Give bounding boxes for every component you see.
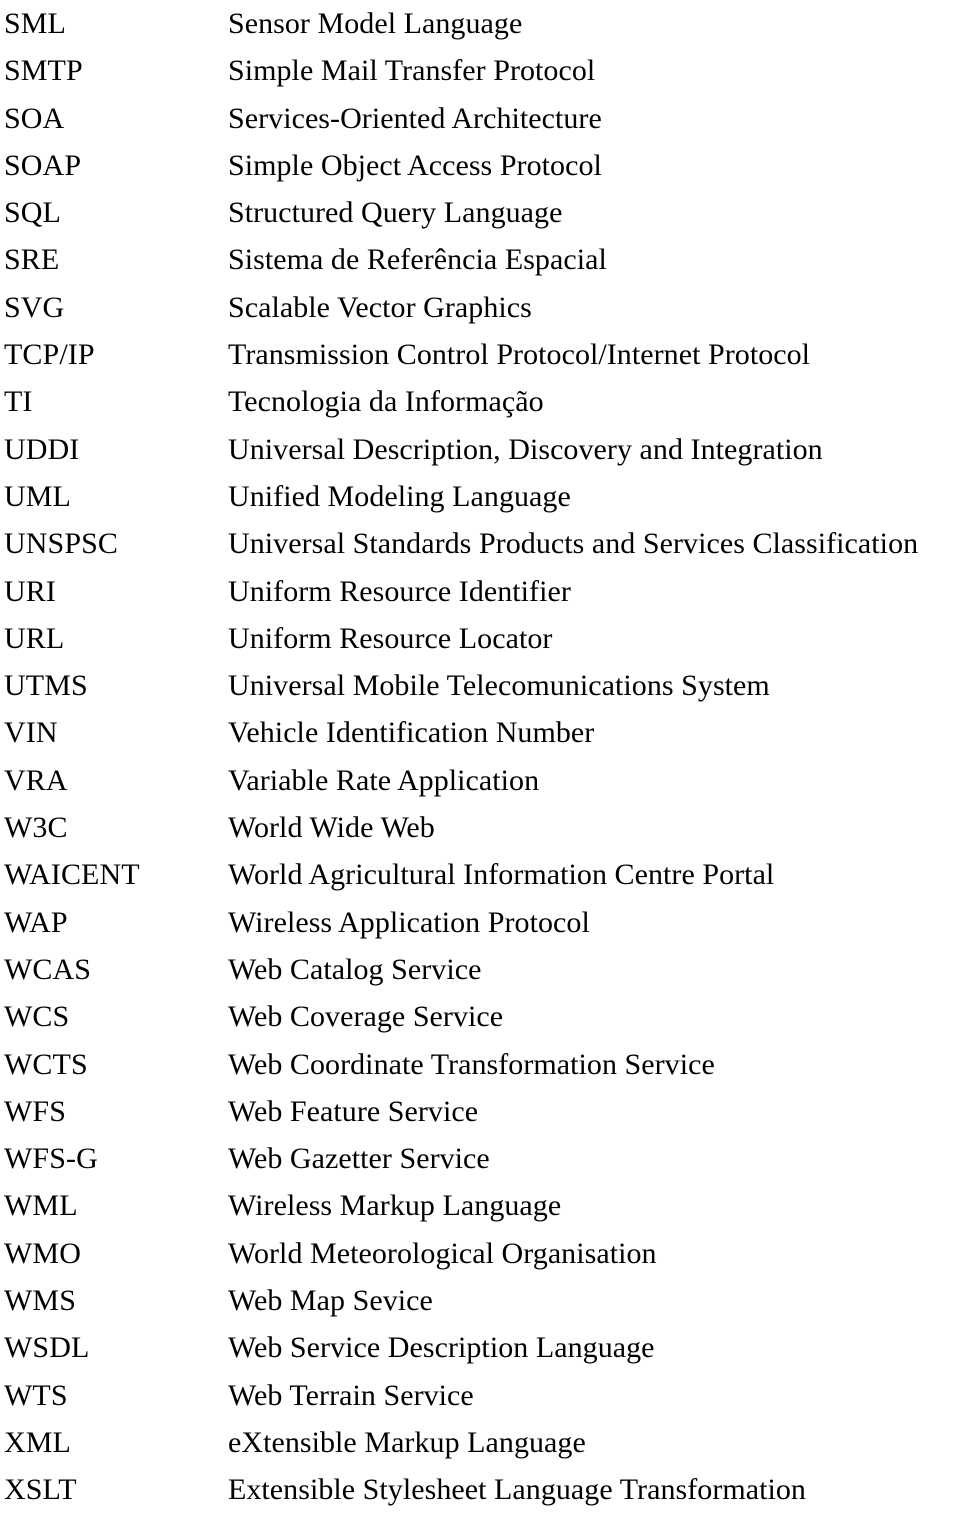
acronym-definition: World Meteorological Organisation [228, 1236, 657, 1270]
acronym-term: URI [4, 574, 56, 608]
acronym-term: SQL [4, 196, 61, 230]
acronym-definition: Sistema de Referência Espacial [228, 243, 607, 277]
glossary-list: SML Sensor Model Language SMTP Simple Mail … [0, 0, 960, 1514]
acronym-definition: Unified Modeling Language [228, 479, 571, 513]
acronym-term: SRE [4, 243, 60, 277]
glossary-row: XSLT Extensible Stylesheet Language Trans… [0, 1466, 960, 1513]
glossary-row: SMTP Simple Mail Transfer Protocol [0, 47, 960, 94]
acronym-term: SOAP [4, 148, 82, 182]
acronym-definition: Web Terrain Service [228, 1378, 474, 1412]
acronym-term: SVG [4, 290, 65, 324]
acronym-definition: Services-Oriented Architecture [228, 101, 602, 135]
acronym-definition: Web Map Sevice [228, 1284, 433, 1318]
acronym-definition: Uniform Resource Locator [228, 621, 553, 655]
glossary-row: UML Unified Modeling Language [0, 473, 960, 520]
glossary-row: UNSPSC Universal Standards Products and S… [0, 520, 960, 567]
acronym-term: UDDI [4, 432, 80, 466]
glossary-row: UDDI Universal Description, Discovery and… [0, 426, 960, 473]
acronym-definition: Scalable Vector Graphics [228, 290, 532, 324]
acronym-term: WCAS [4, 952, 92, 986]
acronym-term: TCP/IP [4, 338, 95, 372]
glossary-row: WAICENT World Agricultural Information Ce… [0, 851, 960, 898]
acronym-term: WAICENT [4, 858, 140, 892]
glossary-row: WML Wireless Markup Language [0, 1182, 960, 1229]
acronym-term: XSLT [4, 1473, 77, 1507]
glossary-row: WFS Web Feature Service [0, 1088, 960, 1135]
glossary-row: VIN Vehicle Identification Number [0, 709, 960, 756]
glossary-row: XML eXtensible Markup Language [0, 1419, 960, 1466]
acronym-definition: Web Gazetter Service [228, 1142, 490, 1176]
glossary-row: URI Uniform Resource Identifier [0, 568, 960, 615]
acronym-term: SML [4, 7, 66, 40]
acronym-term: WCTS [4, 1047, 88, 1081]
glossary-row: WCAS Web Catalog Service [0, 946, 960, 993]
acronym-definition: eXtensible Markup Language [228, 1425, 586, 1459]
glossary-row: TI Tecnologia da Informação [0, 378, 960, 425]
glossary-row: WCS Web Coverage Service [0, 993, 960, 1040]
acronym-definition: Extensible Stylesheet Language Transform… [228, 1473, 806, 1507]
glossary-row: WMO World Meteorological Organisation [0, 1230, 960, 1277]
acronym-term: TI [4, 385, 33, 419]
acronym-term: WMO [4, 1236, 81, 1270]
acronym-definition: Web Catalog Service [228, 952, 482, 986]
acronym-term: VRA [4, 763, 68, 797]
acronym-term: XML [4, 1425, 71, 1459]
document-page: SML Sensor Model Language SMTP Simple Mail … [0, 0, 960, 1506]
acronym-definition: Wireless Application Protocol [228, 905, 590, 939]
acronym-term: WFS [4, 1094, 66, 1128]
acronym-definition: Structured Query Language [228, 196, 563, 230]
acronym-term: WCS [4, 1000, 70, 1034]
glossary-row: VRA Variable Rate Application [0, 757, 960, 804]
glossary-row: TCP/IP Transmission Control Protocol/Inte… [0, 331, 960, 378]
acronym-definition: Uniform Resource Identifier [228, 574, 571, 608]
acronym-term: URL [4, 621, 65, 655]
acronym-definition: Sensor Model Language [228, 7, 523, 40]
acronym-term: WTS [4, 1378, 68, 1412]
glossary-row: W3C World Wide Web [0, 804, 960, 851]
acronym-term: WMS [4, 1284, 76, 1318]
acronym-term: WSDL [4, 1331, 90, 1365]
acronym-definition: World Wide Web [228, 811, 435, 845]
acronym-definition: Universal Description, Discovery and Int… [228, 432, 823, 466]
glossary-row: WSDL Web Service Description Language [0, 1324, 960, 1371]
glossary-row: SML Sensor Model Language [0, 0, 960, 47]
acronym-term: SMTP [4, 54, 83, 88]
acronym-term: WML [4, 1189, 78, 1223]
glossary-row: WMS Web Map Sevice [0, 1277, 960, 1324]
acronym-term: UML [4, 479, 71, 513]
glossary-row: WCTS Web Coordinate Transformation Servic… [0, 1041, 960, 1088]
acronym-term: SOA [4, 101, 65, 135]
glossary-row: SQL Structured Query Language [0, 189, 960, 236]
glossary-row: UTMS Universal Mobile Telecomunications S… [0, 662, 960, 709]
acronym-definition: Universal Mobile Telecomunications Syste… [228, 669, 770, 703]
acronym-definition: Transmission Control Protocol/Internet P… [228, 338, 811, 372]
glossary-row: WTS Web Terrain Service [0, 1372, 960, 1419]
glossary-row: SVG Scalable Vector Graphics [0, 284, 960, 331]
acronym-definition: Web Coordinate Transformation Service [228, 1047, 715, 1081]
glossary-row: WAP Wireless Application Protocol [0, 899, 960, 946]
acronym-definition: Vehicle Identification Number [228, 716, 595, 750]
acronym-definition: Variable Rate Application [228, 763, 540, 797]
acronym-definition: Web Service Description Language [228, 1331, 655, 1365]
acronym-term: WFS-G [4, 1142, 98, 1176]
acronym-term: WAP [4, 905, 68, 939]
acronym-definition: Tecnologia da Informação [228, 385, 544, 419]
glossary-row: WFS-G Web Gazetter Service [0, 1135, 960, 1182]
acronym-definition: Web Feature Service [228, 1094, 479, 1128]
glossary-row: SOA Services-Oriented Architecture [0, 95, 960, 142]
acronym-definition: Universal Standards Products and Service… [228, 527, 919, 561]
acronym-definition: Web Coverage Service [228, 1000, 504, 1034]
acronym-definition: World Agricultural Information Centre Po… [228, 858, 775, 892]
acronym-definition: Wireless Markup Language [228, 1189, 562, 1223]
glossary-row: SOAP Simple Object Access Protocol [0, 142, 960, 189]
acronym-definition: Simple Mail Transfer Protocol [228, 54, 596, 88]
acronym-term: VIN [4, 716, 58, 750]
acronym-term: W3C [4, 811, 68, 845]
glossary-row: SRE Sistema de Referência Espacial [0, 236, 960, 283]
acronym-term: UNSPSC [4, 527, 118, 561]
acronym-term: UTMS [4, 669, 88, 703]
acronym-definition: Simple Object Access Protocol [228, 148, 602, 182]
glossary-row: URL Uniform Resource Locator [0, 615, 960, 662]
